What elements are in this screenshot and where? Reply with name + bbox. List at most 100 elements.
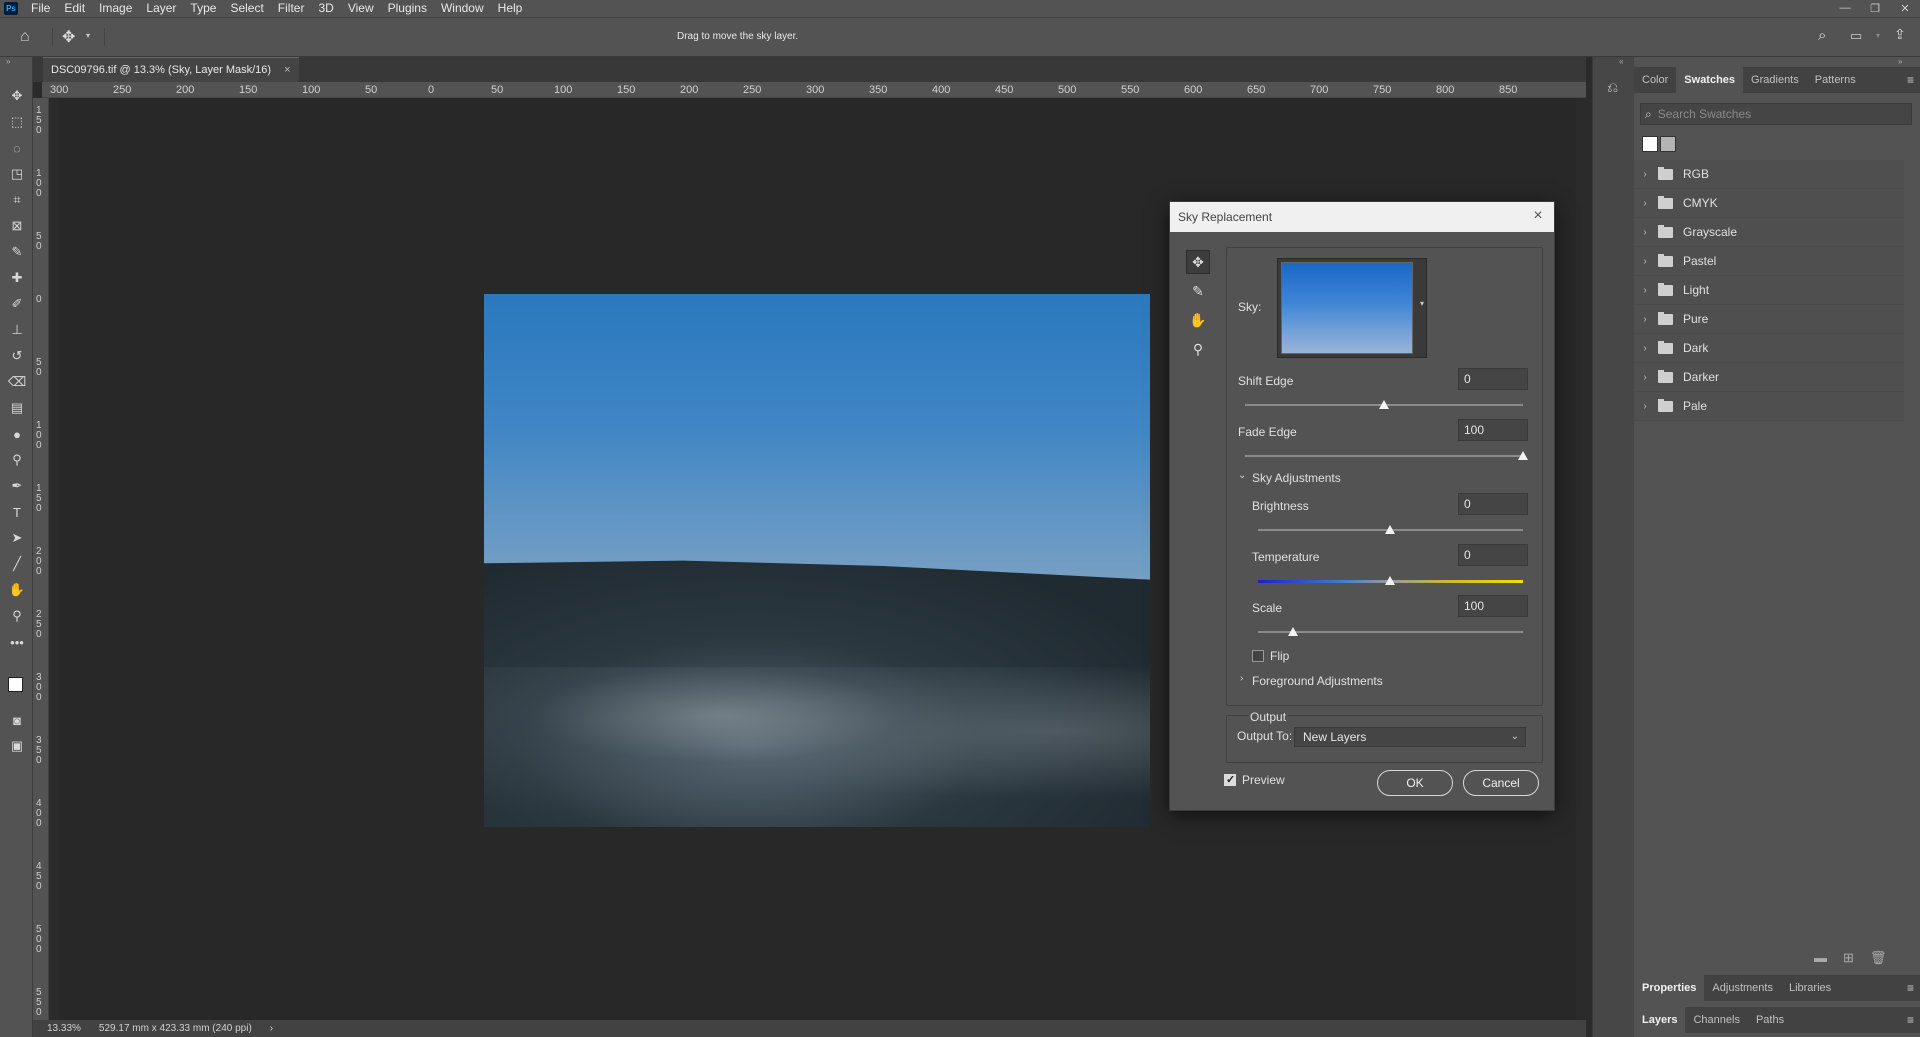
document-tab[interactable]: DSC09796.tif @ 13.3% (Sky, Layer Mask/16… (43, 57, 299, 82)
tab-libraries[interactable]: Libraries (1781, 975, 1839, 1001)
more-tools-icon[interactable]: ••• (8, 633, 26, 651)
flip-checkbox[interactable] (1252, 650, 1264, 662)
menu-help[interactable]: Help (491, 0, 530, 17)
chevron-down-icon[interactable]: ▾ (1876, 31, 1880, 40)
sky-picker[interactable]: ▾ (1277, 258, 1427, 358)
swatch-group-pale[interactable]: › Pale (1634, 392, 1904, 421)
document-image[interactable] (484, 294, 1150, 827)
swatch-group-cmyk[interactable]: › CMYK (1634, 189, 1904, 218)
swatch-group-grayscale[interactable]: › Grayscale (1634, 218, 1904, 247)
menu-view[interactable]: View (341, 0, 381, 17)
menu-image[interactable]: Image (92, 0, 139, 17)
recent-swatch-gray[interactable] (1660, 136, 1676, 152)
close-window-icon[interactable]: ✕ (1890, 2, 1920, 15)
search-icon[interactable]: ⌕ (1818, 27, 1826, 44)
menu-3d[interactable]: 3D (311, 0, 340, 17)
swatch-group-dark[interactable]: › Dark (1634, 334, 1904, 363)
chevron-right-icon[interactable]: › (1638, 314, 1652, 325)
menu-filter[interactable]: Filter (271, 0, 312, 17)
sky-preset-thumbnail[interactable] (1281, 262, 1413, 354)
move-tool-icon[interactable]: ✥ (8, 87, 26, 105)
sky-brush-tool-icon[interactable]: ✎ (1186, 279, 1210, 303)
tab-gradients[interactable]: Gradients (1743, 67, 1807, 93)
home-icon[interactable]: ⌂ (20, 28, 30, 46)
chevron-right-icon[interactable]: › (1638, 401, 1652, 412)
tab-paths[interactable]: Paths (1748, 1007, 1792, 1033)
tab-color[interactable]: Color (1634, 67, 1676, 93)
zoom-tool-icon[interactable]: ⚲ (8, 607, 26, 625)
zoom-tool-icon[interactable]: ⚲ (1186, 337, 1210, 361)
brightness-input[interactable]: 0 (1458, 493, 1528, 515)
menu-type[interactable]: Type (183, 0, 223, 17)
chevron-down-icon[interactable]: ▾ (86, 31, 90, 40)
zoom-level[interactable]: 13.33% (47, 1023, 81, 1034)
chevron-down-icon[interactable]: ▾ (1420, 299, 1424, 308)
quick-mask-icon[interactable]: ◙ (8, 711, 26, 729)
cancel-button[interactable]: Cancel (1463, 770, 1539, 796)
pen-tool-icon[interactable]: ✒ (8, 477, 26, 495)
menu-plugins[interactable]: Plugins (381, 0, 434, 17)
fade-edge-input[interactable]: 100 (1458, 419, 1528, 441)
hand-tool-icon[interactable]: ✋ (1186, 308, 1210, 332)
brush-tool-icon[interactable]: ✐ (8, 295, 26, 313)
status-menu-icon[interactable]: › (270, 1023, 273, 1034)
trash-icon[interactable]: 🗑 (1870, 950, 1887, 966)
scale-input[interactable]: 100 (1458, 595, 1528, 617)
menu-layer[interactable]: Layer (139, 0, 183, 17)
foreground-color-swatch[interactable] (8, 677, 23, 692)
restore-icon[interactable]: ❐ (1860, 2, 1890, 15)
collapse-icon[interactable]: » (1898, 57, 1902, 66)
tab-patterns[interactable]: Patterns (1807, 67, 1864, 93)
tab-channels[interactable]: Channels (1685, 1007, 1747, 1033)
new-group-folder-icon[interactable]: ▬ (1814, 950, 1827, 966)
tab-properties[interactable]: Properties (1634, 975, 1705, 1001)
sky-move-tool-icon[interactable]: ✥ (1186, 250, 1210, 274)
menu-edit[interactable]: Edit (57, 0, 92, 17)
chevron-right-icon[interactable]: › (1638, 256, 1652, 267)
output-to-select[interactable]: New Layers ⌄ (1294, 727, 1526, 747)
path-selection-tool-icon[interactable]: ➤ (8, 529, 26, 547)
healing-brush-tool-icon[interactable]: ✚ (8, 269, 26, 287)
hand-tool-icon[interactable]: ✋ (8, 581, 26, 599)
chevron-right-icon[interactable]: › (1638, 372, 1652, 383)
history-brush-tool-icon[interactable]: ↺ (8, 347, 26, 365)
panel-menu-icon[interactable]: ≡ (1907, 981, 1914, 995)
temperature-input[interactable]: 0 (1458, 544, 1528, 566)
chevron-right-icon[interactable]: › (1638, 169, 1652, 180)
scale-slider-thumb[interactable] (1288, 627, 1298, 636)
close-tab-icon[interactable]: × (284, 64, 290, 76)
dodge-tool-icon[interactable]: ⚲ (8, 451, 26, 469)
shift-edge-input[interactable]: 0 (1458, 368, 1528, 390)
object-selection-tool-icon[interactable]: ◳ (8, 165, 26, 183)
chevron-right-icon[interactable]: › (1638, 343, 1652, 354)
sky-adjustments-toggle[interactable]: Sky Adjustments (1252, 471, 1341, 485)
chevron-right-icon[interactable]: › (1638, 198, 1652, 209)
preview-checkbox[interactable] (1224, 773, 1236, 786)
eraser-tool-icon[interactable]: ⌫ (8, 373, 26, 391)
ok-button[interactable]: OK (1377, 770, 1453, 796)
panel-menu-icon[interactable]: ≡ (1907, 73, 1914, 87)
swatch-group-light[interactable]: › Light (1634, 276, 1904, 305)
chevron-right-icon[interactable]: › (1240, 673, 1243, 684)
workspace-icon[interactable]: ▭ (1850, 28, 1862, 44)
swatch-group-pastel[interactable]: › Pastel (1634, 247, 1904, 276)
crop-tool-icon[interactable]: ⌗ (8, 191, 26, 209)
swatch-group-rgb[interactable]: › RGB (1634, 160, 1904, 189)
history-panel-icon[interactable]: ⎌ (1607, 79, 1618, 96)
panel-menu-icon[interactable]: ≡ (1907, 1013, 1914, 1027)
tab-swatches[interactable]: Swatches (1676, 67, 1744, 93)
tab-adjustments[interactable]: Adjustments (1704, 975, 1781, 1001)
collapse-icon[interactable]: « (1619, 57, 1623, 66)
menu-select[interactable]: Select (223, 0, 270, 17)
search-swatches-input[interactable]: ⌕ Search Swatches (1640, 103, 1912, 125)
foreground-adjustments-toggle[interactable]: Foreground Adjustments (1252, 674, 1383, 688)
line-tool-icon[interactable]: ╱ (8, 555, 26, 573)
menu-file[interactable]: File (24, 0, 57, 17)
lasso-tool-icon[interactable]: ◌ (8, 139, 26, 157)
type-tool-icon[interactable]: T (8, 503, 26, 521)
blur-tool-icon[interactable]: ● (8, 425, 26, 443)
eyedropper-tool-icon[interactable]: ✎ (8, 243, 26, 261)
brightness-slider-thumb[interactable] (1385, 525, 1395, 534)
new-swatch-icon[interactable]: ⊞ (1843, 950, 1854, 966)
recent-swatch-white[interactable] (1642, 136, 1658, 152)
